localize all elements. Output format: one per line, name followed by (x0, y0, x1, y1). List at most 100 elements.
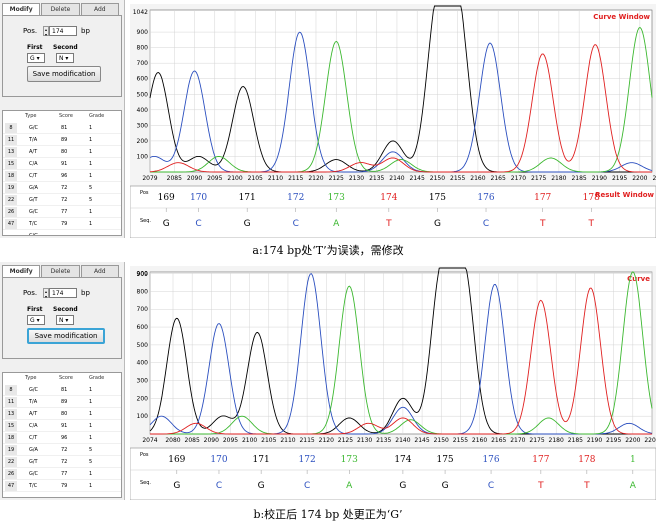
table-row[interactable]: 19 G/A 72 5 (3, 183, 121, 194)
base-call[interactable]: G (442, 481, 449, 491)
cell-grade: 1 (89, 149, 93, 155)
chromatogram-chart: 1002003004005006007008009009092074 2080 20… (129, 266, 656, 501)
second-select[interactable]: N ▾ (56, 315, 74, 325)
cell-score: 81 (61, 125, 68, 131)
chevron-down-icon: ▾ (65, 317, 69, 324)
table-row[interactable]: 15 C/A 91 1 (3, 159, 121, 170)
x-tick-label: 2095 (223, 437, 238, 444)
save-modification-button[interactable]: Save modification (27, 328, 105, 344)
base-call[interactable]: G (434, 219, 441, 229)
base-call[interactable]: T (539, 219, 546, 229)
table-row[interactable]: 15 C/A 91 1 (3, 421, 121, 432)
header-type: Type (25, 113, 37, 119)
base-call[interactable]: C (293, 219, 299, 229)
base-call[interactable]: G (244, 219, 251, 229)
table-row[interactable]: 26 G/C 77 1 (3, 469, 121, 480)
table-row[interactable]: 19 G/A 72 5 (3, 445, 121, 456)
base-call[interactable]: C (304, 481, 310, 491)
cell-grade: 5 (89, 185, 93, 191)
software-panel-b: Modify Delete Add Pos. ▴ ▾ 174 bp First S… (0, 262, 656, 501)
cell-type: G/T (29, 459, 38, 465)
y-tick-label: 600 (137, 324, 149, 331)
base-call[interactable]: C (488, 481, 494, 491)
tab-delete[interactable]: Delete (41, 3, 80, 15)
pos-input[interactable]: 174 (49, 26, 77, 36)
x-tick-label: 2135 (376, 437, 391, 444)
y-tick-label: 200 (137, 395, 149, 402)
tab-modify[interactable]: Modify (2, 265, 41, 277)
second-select[interactable]: N ▾ (56, 53, 74, 63)
tab-modify[interactable]: Modify (2, 3, 41, 15)
position-label: 177 (532, 455, 549, 465)
position-label: 178 (578, 455, 595, 465)
x-tick-label: 2160 (472, 437, 487, 444)
table-row[interactable]: 22 G/T 72 5 (3, 195, 121, 206)
seq-row-label: Seq. (140, 480, 151, 486)
cell-type: G/A (29, 185, 38, 191)
cell-grade: 5 (89, 197, 93, 203)
table-header: Type Score Grade (3, 113, 121, 121)
first-label: First (27, 44, 43, 51)
x-tick-label: 2180 (549, 437, 564, 444)
tab-add[interactable]: Add (80, 3, 119, 15)
base-call[interactable]: A (630, 481, 637, 491)
first-select[interactable]: G ▾ (27, 53, 45, 63)
table-row[interactable]: 11 T/A 89 1 (3, 135, 121, 146)
header-type: Type (25, 375, 37, 381)
pos-input[interactable]: 174 (49, 288, 77, 298)
base-call[interactable]: C (195, 219, 201, 229)
tab-add[interactable]: Add (80, 265, 119, 277)
base-call[interactable]: A (346, 481, 353, 491)
save-modification-button[interactable]: Save modification (27, 66, 101, 82)
base-call[interactable]: G (399, 481, 406, 491)
row-number: 26 (5, 207, 17, 217)
y-tick-label: 100 (137, 153, 149, 160)
row-number: 47 (5, 219, 17, 229)
base-call[interactable]: T (537, 481, 544, 491)
table-row[interactable]: 8 G/C 81 1 (3, 385, 121, 396)
base-call[interactable]: T (583, 481, 590, 491)
table-row[interactable]: 8 G/C 81 1 (3, 123, 121, 134)
table-row[interactable]: 47 T/C 79 1 (3, 219, 121, 230)
tab-delete[interactable]: Delete (41, 265, 80, 277)
cell-score: 77 (61, 471, 68, 477)
y-tick-label: 300 (137, 122, 149, 129)
table-row[interactable]: 22 G/T 72 5 (3, 457, 121, 468)
x-tick-label: 2165 (491, 175, 506, 182)
table-row[interactable]: 26 G/C 77 1 (3, 207, 121, 218)
variant-table: Type Score Grade 8 G/C 81 1 11 T/A 89 1 13 A/T 80 1… (2, 372, 122, 498)
table-row[interactable]: 13 A/T 80 1 (3, 409, 121, 420)
cell-grade: 1 (89, 399, 93, 405)
cell-score: 72 (61, 185, 68, 191)
table-row[interactable]: 13 A/T 80 1 (3, 147, 121, 158)
y-tick-label: 600 (137, 76, 149, 83)
cell-grade: 5 (89, 447, 93, 453)
position-label: 171 (239, 193, 256, 203)
x-tick-label: 2120 (308, 175, 323, 182)
table-row[interactable]: C/G (3, 231, 121, 235)
table-row[interactable]: 18 C/T 96 1 (3, 433, 121, 444)
base-call[interactable]: T (385, 219, 392, 229)
base-call[interactable]: A (333, 219, 340, 229)
table-row[interactable]: 47 T/C 79 1 (3, 481, 121, 492)
x-tick-label: 2200 (632, 175, 647, 182)
table-row[interactable]: 18 C/T 96 1 (3, 171, 121, 182)
table-row[interactable]: 11 T/A 89 1 (3, 397, 121, 408)
y-tick-label: 300 (137, 378, 149, 385)
base-call[interactable]: T (588, 219, 595, 229)
base-call[interactable]: G (163, 219, 170, 229)
x-tick-label: 2200 (625, 437, 640, 444)
base-call[interactable]: C (483, 219, 489, 229)
caption-b: b:校正后 174 bp 处更正为‘G’ (253, 508, 403, 521)
cell-grade: 1 (89, 387, 93, 393)
chevron-down-icon: ▾ (36, 317, 40, 324)
base-call[interactable]: G (173, 481, 180, 491)
base-call[interactable]: G (258, 481, 265, 491)
first-select[interactable]: G ▾ (27, 315, 45, 325)
cell-score: 81 (61, 387, 68, 393)
x-tick-label: 2095 (207, 175, 222, 182)
row-number: 11 (5, 397, 17, 407)
base-call[interactable]: C (216, 481, 222, 491)
pos-label: Pos. (23, 27, 38, 35)
row-number: 18 (5, 433, 17, 443)
